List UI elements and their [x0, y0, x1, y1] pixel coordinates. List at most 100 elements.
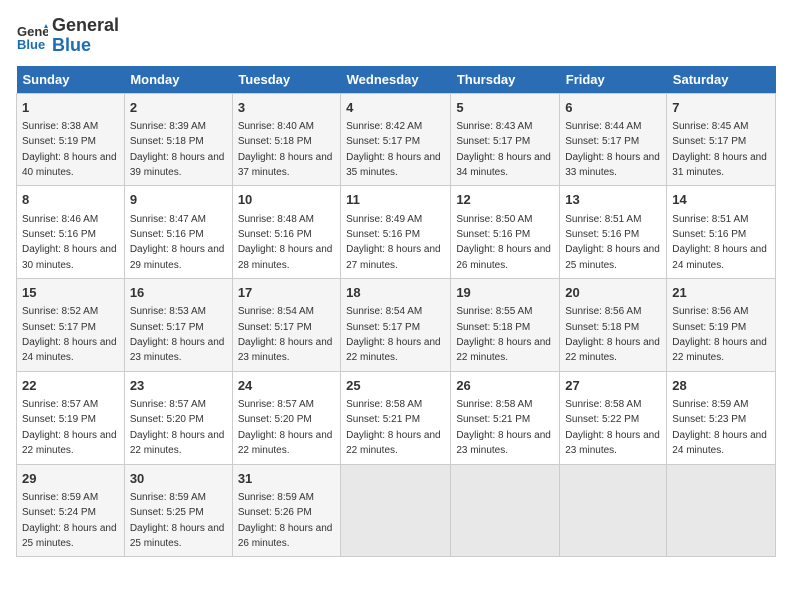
- day-number: 18: [346, 284, 445, 302]
- day-cell: 8 Sunrise: 8:46 AMSunset: 5:16 PMDayligh…: [17, 186, 125, 279]
- day-cell: 18 Sunrise: 8:54 AMSunset: 5:17 PMDaylig…: [341, 279, 451, 372]
- day-cell: 30 Sunrise: 8:59 AMSunset: 5:25 PMDaylig…: [124, 464, 232, 557]
- day-number: 10: [238, 191, 335, 209]
- day-info: Sunrise: 8:39 AMSunset: 5:18 PMDaylight:…: [130, 121, 225, 178]
- day-number: 23: [130, 377, 227, 395]
- day-info: Sunrise: 8:57 AMSunset: 5:20 PMDaylight:…: [130, 399, 225, 456]
- day-info: Sunrise: 8:57 AMSunset: 5:19 PMDaylight:…: [22, 399, 117, 456]
- day-cell: 21 Sunrise: 8:56 AMSunset: 5:19 PMDaylig…: [667, 279, 776, 372]
- day-cell: 9 Sunrise: 8:47 AMSunset: 5:16 PMDayligh…: [124, 186, 232, 279]
- day-cell: 27 Sunrise: 8:58 AMSunset: 5:22 PMDaylig…: [560, 371, 667, 464]
- day-number: 2: [130, 99, 227, 117]
- day-info: Sunrise: 8:54 AMSunset: 5:17 PMDaylight:…: [346, 306, 441, 363]
- day-info: Sunrise: 8:48 AMSunset: 5:16 PMDaylight:…: [238, 214, 333, 271]
- day-number: 26: [456, 377, 554, 395]
- day-cell: 1 Sunrise: 8:38 AMSunset: 5:19 PMDayligh…: [17, 93, 125, 186]
- day-info: Sunrise: 8:58 AMSunset: 5:21 PMDaylight:…: [346, 399, 441, 456]
- day-info: Sunrise: 8:51 AMSunset: 5:16 PMDaylight:…: [672, 214, 767, 271]
- logo: General Blue General Blue: [16, 16, 119, 56]
- day-cell: 17 Sunrise: 8:54 AMSunset: 5:17 PMDaylig…: [232, 279, 340, 372]
- day-info: Sunrise: 8:58 AMSunset: 5:22 PMDaylight:…: [565, 399, 660, 456]
- day-cell: 15 Sunrise: 8:52 AMSunset: 5:17 PMDaylig…: [17, 279, 125, 372]
- day-number: 3: [238, 99, 335, 117]
- day-number: 11: [346, 191, 445, 209]
- svg-text:Blue: Blue: [17, 37, 45, 52]
- day-info: Sunrise: 8:47 AMSunset: 5:16 PMDaylight:…: [130, 214, 225, 271]
- day-info: Sunrise: 8:54 AMSunset: 5:17 PMDaylight:…: [238, 306, 333, 363]
- week-row-5: 29 Sunrise: 8:59 AMSunset: 5:24 PMDaylig…: [17, 464, 776, 557]
- day-cell: 28 Sunrise: 8:59 AMSunset: 5:23 PMDaylig…: [667, 371, 776, 464]
- day-cell: 31 Sunrise: 8:59 AMSunset: 5:26 PMDaylig…: [232, 464, 340, 557]
- day-cell: 25 Sunrise: 8:58 AMSunset: 5:21 PMDaylig…: [341, 371, 451, 464]
- day-info: Sunrise: 8:42 AMSunset: 5:17 PMDaylight:…: [346, 121, 441, 178]
- day-cell: 20 Sunrise: 8:56 AMSunset: 5:18 PMDaylig…: [560, 279, 667, 372]
- day-number: 17: [238, 284, 335, 302]
- calendar-table: SundayMondayTuesdayWednesdayThursdayFrid…: [16, 66, 776, 558]
- day-cell: 29 Sunrise: 8:59 AMSunset: 5:24 PMDaylig…: [17, 464, 125, 557]
- day-number: 22: [22, 377, 119, 395]
- day-number: 31: [238, 470, 335, 488]
- day-info: Sunrise: 8:57 AMSunset: 5:20 PMDaylight:…: [238, 399, 333, 456]
- day-cell: 14 Sunrise: 8:51 AMSunset: 5:16 PMDaylig…: [667, 186, 776, 279]
- day-info: Sunrise: 8:45 AMSunset: 5:17 PMDaylight:…: [672, 121, 767, 178]
- day-cell: 5 Sunrise: 8:43 AMSunset: 5:17 PMDayligh…: [451, 93, 560, 186]
- page-header: General Blue General Blue: [16, 16, 776, 56]
- col-header-saturday: Saturday: [667, 66, 776, 94]
- day-cell: 19 Sunrise: 8:55 AMSunset: 5:18 PMDaylig…: [451, 279, 560, 372]
- col-header-monday: Monday: [124, 66, 232, 94]
- day-number: 9: [130, 191, 227, 209]
- week-row-2: 8 Sunrise: 8:46 AMSunset: 5:16 PMDayligh…: [17, 186, 776, 279]
- day-number: 5: [456, 99, 554, 117]
- day-number: 14: [672, 191, 770, 209]
- day-info: Sunrise: 8:52 AMSunset: 5:17 PMDaylight:…: [22, 306, 117, 363]
- day-info: Sunrise: 8:44 AMSunset: 5:17 PMDaylight:…: [565, 121, 660, 178]
- col-header-tuesday: Tuesday: [232, 66, 340, 94]
- day-cell: 22 Sunrise: 8:57 AMSunset: 5:19 PMDaylig…: [17, 371, 125, 464]
- day-number: 30: [130, 470, 227, 488]
- day-info: Sunrise: 8:43 AMSunset: 5:17 PMDaylight:…: [456, 121, 551, 178]
- logo-icon: General Blue: [16, 20, 48, 52]
- day-cell: [341, 464, 451, 557]
- day-info: Sunrise: 8:55 AMSunset: 5:18 PMDaylight:…: [456, 306, 551, 363]
- day-number: 25: [346, 377, 445, 395]
- day-cell: 24 Sunrise: 8:57 AMSunset: 5:20 PMDaylig…: [232, 371, 340, 464]
- day-cell: [560, 464, 667, 557]
- day-info: Sunrise: 8:56 AMSunset: 5:18 PMDaylight:…: [565, 306, 660, 363]
- col-header-thursday: Thursday: [451, 66, 560, 94]
- day-number: 27: [565, 377, 661, 395]
- day-cell: 2 Sunrise: 8:39 AMSunset: 5:18 PMDayligh…: [124, 93, 232, 186]
- day-number: 7: [672, 99, 770, 117]
- day-info: Sunrise: 8:58 AMSunset: 5:21 PMDaylight:…: [456, 399, 551, 456]
- logo-text: General Blue: [52, 16, 119, 56]
- day-cell: 26 Sunrise: 8:58 AMSunset: 5:21 PMDaylig…: [451, 371, 560, 464]
- day-number: 4: [346, 99, 445, 117]
- day-cell: [451, 464, 560, 557]
- day-cell: 11 Sunrise: 8:49 AMSunset: 5:16 PMDaylig…: [341, 186, 451, 279]
- day-number: 6: [565, 99, 661, 117]
- day-cell: 16 Sunrise: 8:53 AMSunset: 5:17 PMDaylig…: [124, 279, 232, 372]
- col-header-friday: Friday: [560, 66, 667, 94]
- week-row-1: 1 Sunrise: 8:38 AMSunset: 5:19 PMDayligh…: [17, 93, 776, 186]
- day-number: 28: [672, 377, 770, 395]
- day-info: Sunrise: 8:59 AMSunset: 5:25 PMDaylight:…: [130, 492, 225, 549]
- day-number: 19: [456, 284, 554, 302]
- day-cell: 12 Sunrise: 8:50 AMSunset: 5:16 PMDaylig…: [451, 186, 560, 279]
- week-row-4: 22 Sunrise: 8:57 AMSunset: 5:19 PMDaylig…: [17, 371, 776, 464]
- day-info: Sunrise: 8:56 AMSunset: 5:19 PMDaylight:…: [672, 306, 767, 363]
- day-number: 15: [22, 284, 119, 302]
- day-cell: 6 Sunrise: 8:44 AMSunset: 5:17 PMDayligh…: [560, 93, 667, 186]
- day-cell: 7 Sunrise: 8:45 AMSunset: 5:17 PMDayligh…: [667, 93, 776, 186]
- day-number: 13: [565, 191, 661, 209]
- col-header-sunday: Sunday: [17, 66, 125, 94]
- day-info: Sunrise: 8:51 AMSunset: 5:16 PMDaylight:…: [565, 214, 660, 271]
- day-info: Sunrise: 8:59 AMSunset: 5:23 PMDaylight:…: [672, 399, 767, 456]
- day-number: 1: [22, 99, 119, 117]
- calendar-header-row: SundayMondayTuesdayWednesdayThursdayFrid…: [17, 66, 776, 94]
- day-info: Sunrise: 8:59 AMSunset: 5:24 PMDaylight:…: [22, 492, 117, 549]
- day-cell: [667, 464, 776, 557]
- day-cell: 4 Sunrise: 8:42 AMSunset: 5:17 PMDayligh…: [341, 93, 451, 186]
- day-info: Sunrise: 8:49 AMSunset: 5:16 PMDaylight:…: [346, 214, 441, 271]
- day-number: 8: [22, 191, 119, 209]
- day-number: 29: [22, 470, 119, 488]
- day-cell: 13 Sunrise: 8:51 AMSunset: 5:16 PMDaylig…: [560, 186, 667, 279]
